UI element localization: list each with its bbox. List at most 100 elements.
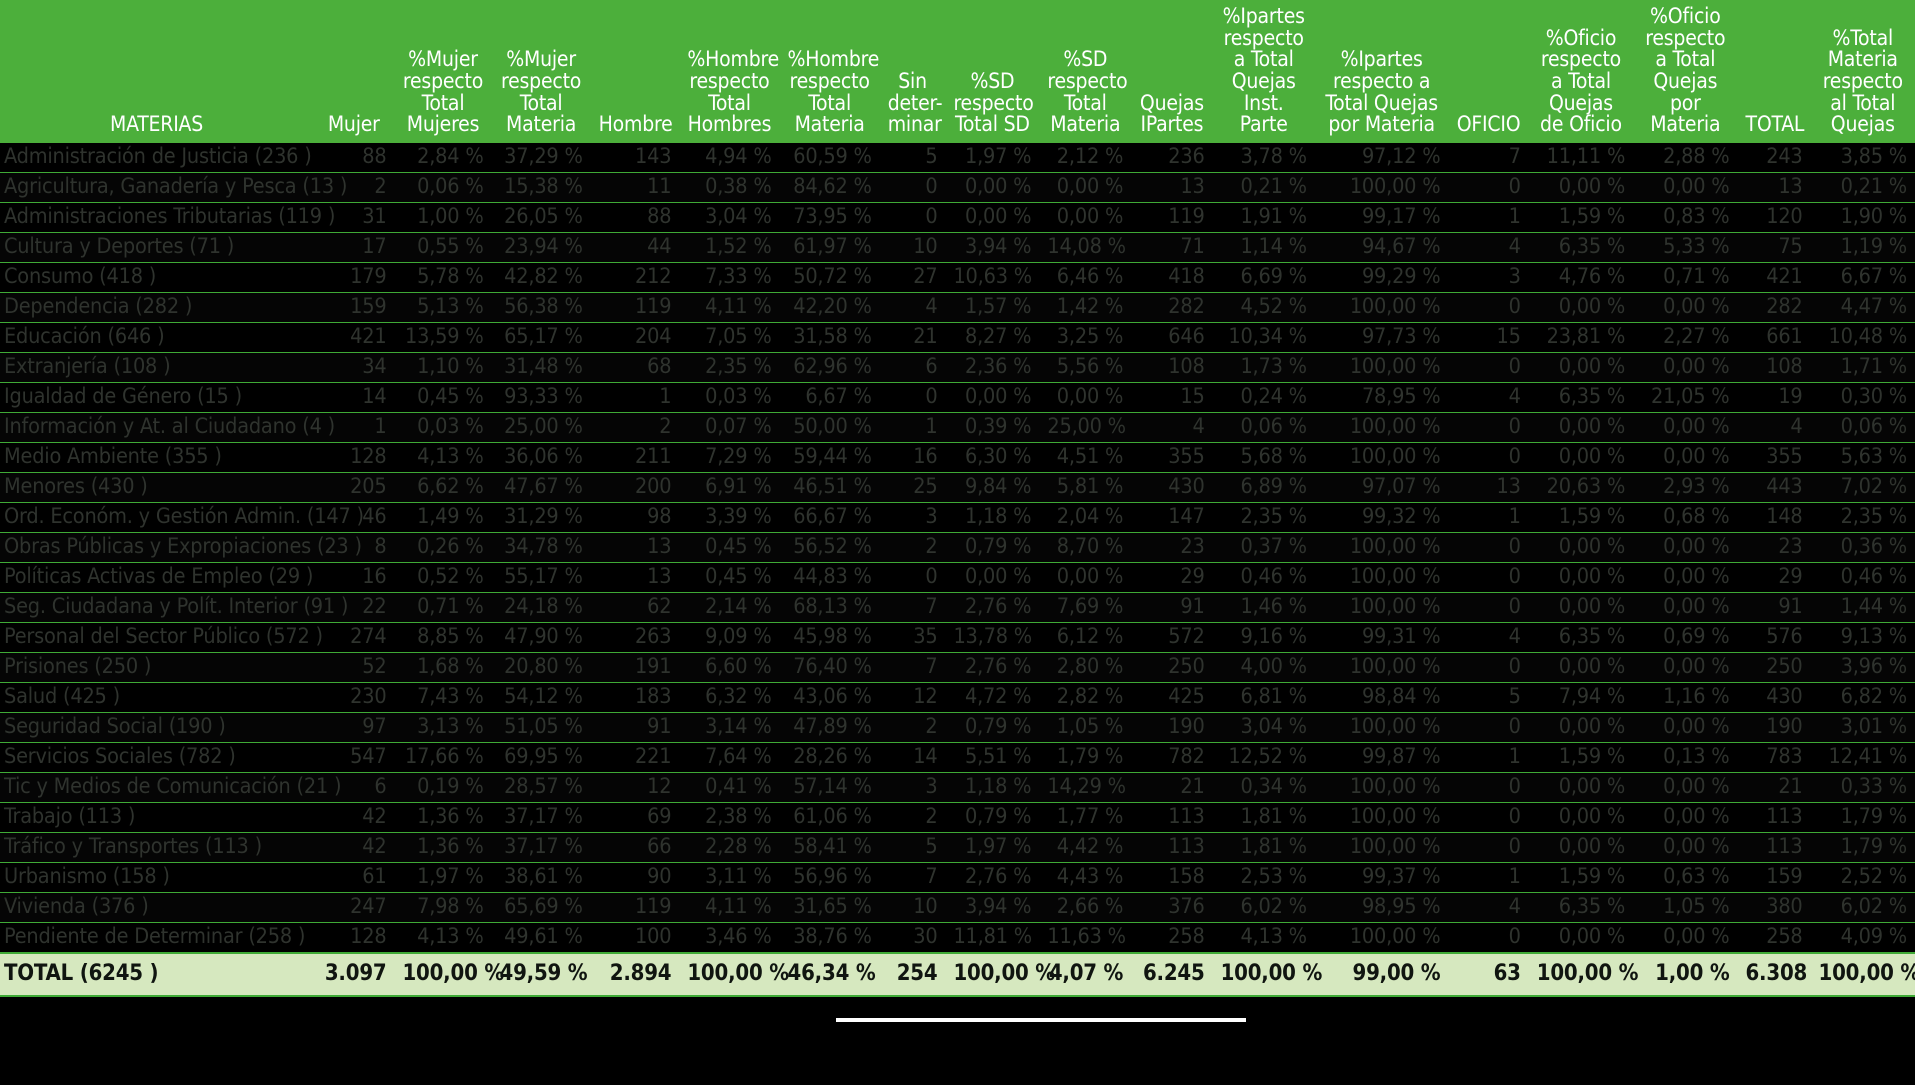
cell-value: 1 [1448,862,1529,893]
table-row[interactable]: Seguridad Social (190 ) 97 3,13 % 51,05 % 91… [0,712,1915,743]
column-header-4[interactable]: Hombre [590,0,680,143]
table-row[interactable]: Extranjería (108 ) 34 1,10 % 31,48 % 68 2,35 … [0,352,1915,383]
cell-value: 3,94 % [945,232,1040,263]
cell-value: 355 [1131,442,1213,473]
cell-value: 29 [1131,562,1213,593]
table-row[interactable]: Consumo (418 ) 179 5,78 % 42,82 % 212 7,33 % 5… [0,262,1915,293]
table-row[interactable]: Tic y Medios de Comunicación (21 ) 6 0,19 … [0,772,1915,803]
total-value: 100,00 % [679,951,789,997]
cell-value: 0,06 % [1212,412,1315,443]
table-row[interactable]: Salud (425 ) 230 7,43 % 54,12 % 183 6,32 % 43,… [0,682,1915,713]
cell-value: 13 [590,532,680,563]
cell-subject: Información y At. al Ciudadano (4 ) [0,412,335,443]
table-row[interactable]: Administraciones Tributarias (119 ) 31 1,0… [0,202,1915,233]
column-header-13[interactable]: OFICIO [1448,0,1529,143]
column-header-5[interactable]: %Hombre respecto Total Hombres [679,0,780,143]
cell-value: 16 [313,562,395,593]
cell-value: 0,26 % [394,532,492,563]
cell-value: 2,14 % [679,592,780,623]
cell-value: 6,91 % [679,472,780,503]
table-row[interactable]: Obras Públicas y Expropiaciones (23 ) 8 0,… [0,532,1915,563]
cell-value: 0,79 % [945,802,1040,833]
table-row[interactable]: Dependencia (282 ) 159 5,13 % 56,38 % 119 4,1… [0,292,1915,323]
column-header-16[interactable]: TOTAL [1737,0,1811,143]
column-header-9[interactable]: %SD respecto Total Materia [1039,0,1132,143]
cell-value: 0 [1448,832,1529,863]
cell-subject: Tic y Medios de Comunicación (21 ) [0,772,342,803]
table-row[interactable]: Agricultura, Ganadería y Pesca (13 ) 2 0,0… [0,172,1915,203]
column-header-10[interactable]: Quejas IPartes [1131,0,1213,143]
table-row[interactable]: Educación (646 ) 421 13,59 % 65,17 % 204 7,05… [0,322,1915,353]
cell-value: 0,00 % [1633,412,1738,443]
cell-value: 42,20 % [779,292,880,323]
cell-value: 3,11 % [679,862,780,893]
cell-value: 4,11 % [679,292,780,323]
cell-value: 6,35 % [1528,382,1634,413]
table-row[interactable]: Ord. Económ. y Gestión Admin. (147 ) 46 1,… [0,502,1915,533]
total-value: 100,00 % [1528,951,1638,997]
cell-value: 37,17 % [491,832,591,863]
cell-value: 1,10 % [394,352,492,383]
cell-value: 191 [590,652,680,683]
total-value: 3.097 [313,951,395,997]
cell-value: 4,43 % [1039,862,1132,893]
cell-value: 204 [590,322,680,353]
cell-value: 0 [1448,442,1529,473]
table-row[interactable]: Servicios Sociales (782 ) 547 17,66 % 69,95… [0,742,1915,773]
cell-value: 1,18 % [945,502,1040,533]
cell-value: 84,62 % [779,172,880,203]
cell-value: 1,36 % [394,832,492,863]
cell-value: 190 [1131,712,1213,743]
table-row[interactable]: Urbanismo (158 ) 61 1,97 % 38,61 % 90 3,11 % 5… [0,862,1915,893]
table-row[interactable]: Políticas Activas de Empleo (29 ) 16 0,52 … [0,562,1915,593]
table-row[interactable]: Información y At. al Ciudadano (4 ) 1 0,03… [0,412,1915,443]
cell-value: 0,00 % [1633,832,1738,863]
column-header-6[interactable]: %Hombre respecto Total Materia [779,0,880,143]
cell-value: 1,97 % [394,862,492,893]
column-header-11[interactable]: %Ipartes respecto a Total Quejas Inst. P… [1212,0,1315,143]
column-header-12[interactable]: %Ipartes respecto a Total Quejas por Mat… [1314,0,1449,143]
cell-subject: Administraciones Tributarias (119 ) [0,202,335,233]
table-row[interactable]: Menores (430 ) 205 6,62 % 47,67 % 200 6,91 % 4… [0,472,1915,503]
table-row[interactable]: Medio Ambiente (355 ) 128 4,13 % 36,06 % 211… [0,442,1915,473]
column-header-2[interactable]: %Mujer respecto Total Mujeres [394,0,492,143]
column-header-7[interactable]: Sin deter-minar [879,0,946,143]
cell-value: 56,38 % [491,292,591,323]
table-row[interactable]: Vivienda (376 ) 247 7,98 % 65,69 % 119 4,11 %… [0,892,1915,923]
cell-value: 0,00 % [945,202,1040,233]
cell-value: 100,00 % [1314,922,1449,954]
cell-value: 11,63 % [1039,922,1132,954]
cell-subject: Políticas Activas de Empleo (29 ) [0,562,313,593]
cell-value: 12,52 % [1212,742,1315,773]
cell-value: 58,41 % [779,832,880,863]
cell-value: 0 [879,202,946,233]
column-header-0[interactable]: MATERIAS [0,0,314,143]
column-header-1[interactable]: Mujer [313,0,395,143]
column-header-15[interactable]: %Oficio respecto a Total Quejas por Mate… [1633,0,1738,143]
table-row[interactable]: Administración de Justicia (236 ) 88 2,84 … [0,142,1915,173]
cell-value: 100,00 % [1314,172,1449,203]
cell-value: 282 [1131,292,1213,323]
column-header-17[interactable]: %Total Materia respecto al Total Quejas [1810,0,1915,143]
table-row[interactable]: Tráfico y Transportes (113 ) 42 1,36 % 37,1… [0,832,1915,863]
column-header-8[interactable]: %SD respecto Total SD [945,0,1040,143]
cell-value: 6,12 % [1039,622,1132,653]
table-row[interactable]: Trabajo (113 ) 42 1,36 % 37,17 % 69 2,38 % 61,… [0,802,1915,833]
total-value: 4,07 % [1039,951,1132,997]
column-header-14[interactable]: %Oficio respecto a Total Quejas de Ofici… [1528,0,1634,143]
column-header-3[interactable]: %Mujer respecto Total Materia [491,0,591,143]
table-row[interactable]: Personal del Sector Público (572 ) 274 8,8… [0,622,1915,653]
cell-value: 38,61 % [491,862,591,893]
cell-value: 0 [1448,562,1529,593]
table-row[interactable]: Seg. Ciudadana y Polít. Interior (91 ) 22… [0,592,1915,623]
table-row[interactable]: Igualdad de Género (15 ) 14 0,45 % 93,33 % 1… [0,382,1915,413]
table-row[interactable]: Cultura y Deportes (71 ) 17 0,55 % 23,94 % 4… [0,232,1915,263]
table-row[interactable]: Pendiente de Determinar (258 ) 128 4,13 % 4… [0,922,1915,954]
cell-value: 236 [1131,142,1213,173]
cell-value: 0,00 % [1528,592,1634,623]
table-row[interactable]: Prisiones (250 ) 52 1,68 % 20,80 % 191 6,60 %… [0,652,1915,683]
cell-value: 14 [313,382,395,413]
cell-value: 78,95 % [1314,382,1449,413]
cell-value: 9,13 % [1810,622,1915,653]
cell-value: 91 [1131,592,1213,623]
